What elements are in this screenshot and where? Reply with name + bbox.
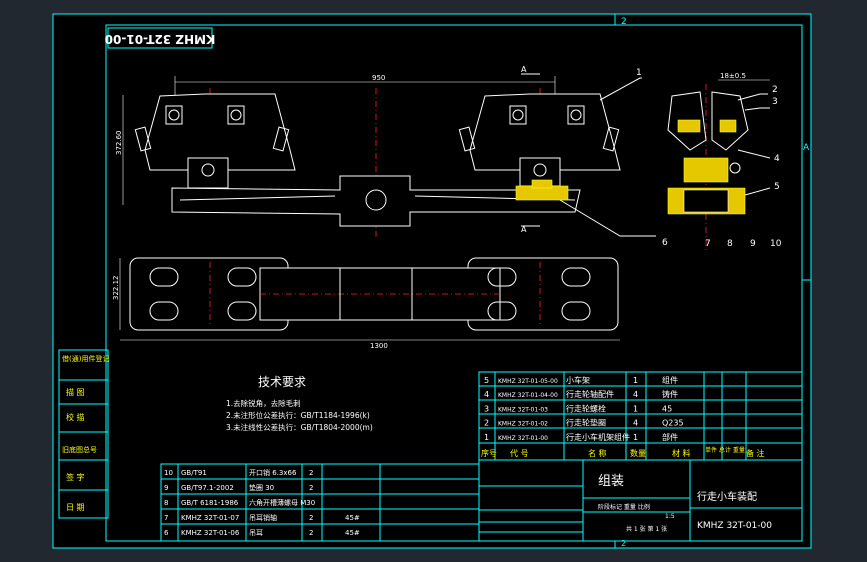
tech-req-line-3: 3.未注线性公差执行：GB/T1804-2000(m) <box>226 422 373 432</box>
callout-1: 1 <box>636 68 642 78</box>
zone-marker-bottom: 2 <box>621 539 626 548</box>
part-name: 行走轮垫圈 <box>566 418 606 428</box>
part-qty: 2 <box>309 514 313 522</box>
part-no: 2 <box>484 419 489 428</box>
callout-3: 3 <box>772 97 778 107</box>
svg-text:日 期: 日 期 <box>66 503 85 512</box>
part-name: 开口销 6.3x66 <box>249 468 297 477</box>
svg-text:A: A <box>521 65 527 74</box>
svg-text:描 图: 描 图 <box>66 387 85 397</box>
part-code: KMHZ 32T-01-03 <box>498 406 548 413</box>
dim-width-top: 950 <box>372 74 385 82</box>
part-qty: 2 <box>309 484 313 492</box>
tech-req-line-2: 2.未注形位公差执行：GB/T1184-1996(k) <box>226 410 370 420</box>
part-no: 7 <box>164 514 168 522</box>
svg-text:10: 10 <box>770 239 782 249</box>
part-name: 小车架 <box>566 375 590 385</box>
svg-text:旧底图总号: 旧底图总号 <box>62 445 97 454</box>
callout-6: 6 <box>662 238 668 248</box>
part-material: 45# <box>345 514 360 522</box>
drawing-number: KMHZ 32T-01-00 <box>697 521 772 531</box>
part-qty: 2 <box>309 529 313 537</box>
sheet-count: 共 1 张 第 1 张 <box>626 525 667 533</box>
part-name: 行走轮轴配件 <box>566 389 614 399</box>
svg-text:单件 总计 重量: 单件 总计 重量 <box>705 446 745 454</box>
part-no: 9 <box>164 484 168 492</box>
part-qty: 4 <box>633 390 638 399</box>
svg-text:A: A <box>521 225 527 234</box>
part-code: KMHZ 32T-01-00 <box>498 435 548 442</box>
zone-marker-top: 2 <box>621 17 627 27</box>
part-qty: 1 <box>633 376 638 385</box>
scale: 1:5 <box>665 513 675 520</box>
part-no: 5 <box>484 376 489 385</box>
part-code: GB/T91 <box>181 469 207 477</box>
part-no: 8 <box>164 499 168 507</box>
part-code: KMHZ 32T-01-05-00 <box>498 378 558 385</box>
svg-text:校 描: 校 描 <box>66 412 85 422</box>
dim-top-depth: 322.12 <box>112 276 120 301</box>
part-material: 部件 <box>662 432 678 442</box>
part-material: 45 <box>662 404 672 413</box>
svg-text:7: 7 <box>705 239 711 249</box>
dim-height-left: 372.60 <box>115 131 123 156</box>
part-material: 45# <box>345 529 360 537</box>
svg-text:备 注: 备 注 <box>746 448 765 458</box>
drawing-title: 行走小车装配 <box>697 490 757 503</box>
part-no: 6 <box>164 529 169 537</box>
tech-req-line-1: 1.去除锐角，去除毛刺 <box>226 398 301 408</box>
dim-section: 18±0.5 <box>720 72 746 80</box>
callout-4: 4 <box>774 154 780 164</box>
part-material: Q235 <box>662 419 684 428</box>
part-code: KMHZ 32T-01-07 <box>181 514 239 522</box>
callout-5: 5 <box>774 182 780 192</box>
part-name: 垫圈 30 <box>249 483 274 492</box>
part-no: 1 <box>484 433 489 442</box>
part-no: 4 <box>484 390 489 399</box>
part-material: 铸件 <box>662 389 678 399</box>
zone-marker-right: A <box>803 143 810 153</box>
part-name: 行走小车机架组件 <box>566 432 630 442</box>
drawing-canvas: 2 2 A KMHZ 32T-01-00 950 372.60 A A 1 6 … <box>52 13 812 549</box>
svg-text:代 号: 代 号 <box>510 448 529 458</box>
part-qty: 1 <box>633 404 638 413</box>
part-name: 六角开槽薄螺母 M30 <box>249 498 315 507</box>
part-code: KMHZ 32T-01-04-00 <box>498 392 558 399</box>
svg-text:序号: 序号 <box>481 448 497 458</box>
part-code: KMHZ 32T-01-02 <box>498 421 548 428</box>
svg-text:名 称: 名 称 <box>588 448 607 458</box>
assembly-label: 组装 <box>598 474 624 489</box>
drawing-number-rotated: KMHZ 32T-01-00 <box>105 32 216 46</box>
svg-text:数量: 数量 <box>630 448 646 458</box>
svg-text:借(通)用件登记: 借(通)用件登记 <box>62 354 109 363</box>
dim-top-length: 1300 <box>370 342 388 350</box>
svg-text:8: 8 <box>727 239 733 249</box>
part-material: 组件 <box>662 375 678 385</box>
part-name: 行走轮螺栓 <box>566 403 606 413</box>
svg-text:材 料: 材 料 <box>672 448 691 458</box>
part-code: GB/T97.1-2002 <box>181 484 234 492</box>
svg-text:9: 9 <box>750 239 756 249</box>
part-no: 10 <box>164 469 173 477</box>
part-name: 吊耳 <box>249 529 263 537</box>
cad-drawing-viewport[interactable]: 2 2 A KMHZ 32T-01-00 950 372.60 A A 1 6 … <box>0 0 867 562</box>
svg-text:签 字: 签 字 <box>66 472 85 482</box>
part-name: 吊耳销轴 <box>249 513 277 522</box>
part-code: KMHZ 32T-01-06 <box>181 529 240 537</box>
tech-req-title: 技术要求 <box>258 375 306 389</box>
title-block-fields: 阶段标记 重量 比例 <box>598 503 650 511</box>
part-qty: 1 <box>633 433 638 442</box>
part-qty: 4 <box>633 419 638 428</box>
part-code: GB/T 6181-1986 <box>181 499 239 507</box>
callout-2: 2 <box>772 85 778 95</box>
part-qty: 2 <box>309 469 313 477</box>
part-no: 3 <box>484 404 489 413</box>
